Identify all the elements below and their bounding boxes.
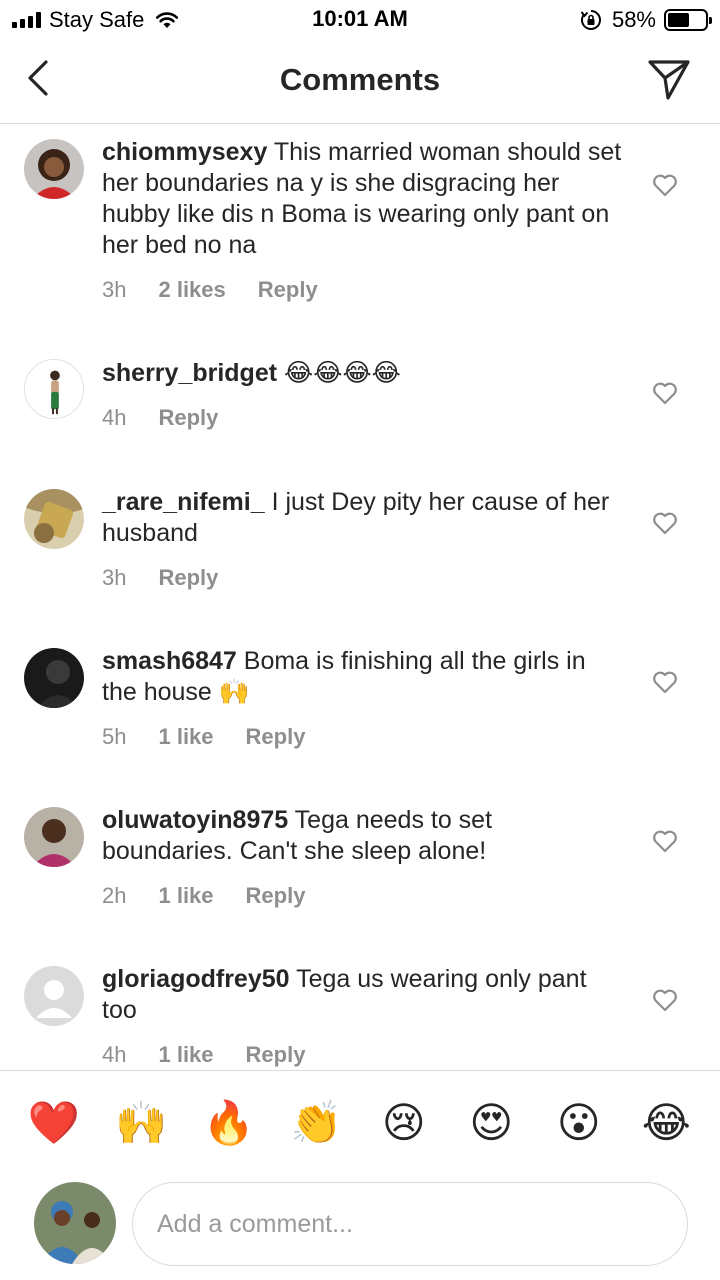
battery-cap	[709, 17, 712, 24]
comment-likes[interactable]: 1 like	[158, 883, 213, 909]
comment-username[interactable]: oluwatoyin8975	[102, 806, 288, 834]
comment-text: smash6847 Boma is finishing all the girl…	[102, 646, 622, 708]
comment-time: 4h	[102, 1042, 127, 1067]
rotation-lock-icon	[580, 10, 601, 30]
comment-meta: 5h 1 like Reply	[102, 724, 305, 750]
comment-input-bar	[0, 1176, 720, 1280]
comment-likes[interactable]: 1 like	[158, 724, 213, 750]
comment-body: 😂😂😂😂	[284, 358, 401, 387]
page-title: Comments	[279, 62, 441, 97]
heart-icon[interactable]	[652, 511, 678, 535]
comment-meta: 3h 2 likes Reply	[102, 277, 318, 303]
comment-text: sherry_bridget 😂😂😂😂	[102, 357, 622, 389]
current-user-avatar	[34, 1182, 116, 1264]
heart-icon[interactable]	[652, 381, 678, 405]
comment-time: 3h	[102, 277, 127, 302]
reaction-clap[interactable]: 👏	[288, 1098, 344, 1148]
comment-username[interactable]: gloriagodfrey50	[102, 965, 290, 993]
reply-button[interactable]: Reply	[246, 883, 306, 909]
comment-time: 4h	[102, 405, 127, 430]
comment-username[interactable]: _rare_nifemi_	[102, 488, 265, 516]
comment-meta: 3h Reply	[102, 565, 218, 591]
header: Comments	[0, 40, 720, 124]
avatar[interactable]	[24, 359, 84, 419]
comment-likes[interactable]: 2 likes	[158, 277, 225, 303]
heart-icon[interactable]	[652, 670, 678, 694]
reaction-surprised[interactable]: 😮	[551, 1098, 607, 1147]
avatar[interactable]	[24, 139, 84, 199]
reaction-fire[interactable]: 🔥	[201, 1098, 257, 1148]
battery-level	[668, 13, 689, 27]
heart-icon[interactable]	[652, 988, 678, 1012]
comment-time: 3h	[102, 565, 127, 590]
heart-icon[interactable]	[652, 829, 678, 853]
comment-username[interactable]: sherry_bridget	[102, 359, 277, 387]
add-comment-input[interactable]	[132, 1182, 688, 1266]
reply-button[interactable]: Reply	[258, 277, 318, 303]
comment-text: chiommysexy This married woman should se…	[102, 137, 622, 261]
comment-text: _rare_nifemi_ I just Dey pity her cause …	[102, 487, 622, 549]
avatar[interactable]	[24, 648, 84, 708]
reaction-raised-hands[interactable]: 🙌	[113, 1098, 169, 1148]
comment-meta: 4h 1 like Reply	[102, 1042, 305, 1068]
comment-meta: 2h 1 like Reply	[102, 883, 305, 909]
status-right: 58%	[580, 6, 712, 34]
reaction-heart[interactable]: ❤️	[26, 1098, 82, 1148]
comment-likes[interactable]: 1 like	[158, 1042, 213, 1068]
avatar[interactable]	[24, 489, 84, 549]
avatar[interactable]	[24, 807, 84, 867]
comment-username[interactable]: smash6847	[102, 647, 237, 675]
status-bar: Stay Safe 10:01 AM 58%	[0, 0, 720, 40]
comment-time: 2h	[102, 883, 127, 908]
comment-text: oluwatoyin8975 Tega needs to set boundar…	[102, 805, 622, 867]
reply-button[interactable]: Reply	[246, 1042, 306, 1068]
comment-meta: 4h Reply	[102, 405, 218, 431]
battery-icon	[664, 9, 712, 31]
quick-reactions-bar: ❤️ 🙌 🔥 👏 😢 😍 😮 😂	[0, 1070, 720, 1174]
comments-list[interactable]: chiommysexy This married woman should se…	[0, 125, 720, 1069]
reaction-crying[interactable]: 😢	[376, 1098, 432, 1147]
reaction-heart-eyes[interactable]: 😍	[463, 1098, 519, 1147]
heart-icon[interactable]	[652, 173, 678, 197]
reply-button[interactable]: Reply	[158, 405, 218, 431]
battery-percent: 58%	[611, 7, 656, 32]
reaction-laughing[interactable]: 😂	[638, 1098, 694, 1147]
reply-button[interactable]: Reply	[158, 565, 218, 591]
comment-time: 5h	[102, 724, 127, 749]
reply-button[interactable]: Reply	[246, 724, 306, 750]
comment-username[interactable]: chiommysexy	[102, 138, 267, 166]
send-icon[interactable]	[646, 56, 692, 102]
comment-text: gloriagodfrey50 Tega us wearing only pan…	[102, 964, 622, 1026]
default-avatar-icon[interactable]	[24, 966, 84, 1026]
